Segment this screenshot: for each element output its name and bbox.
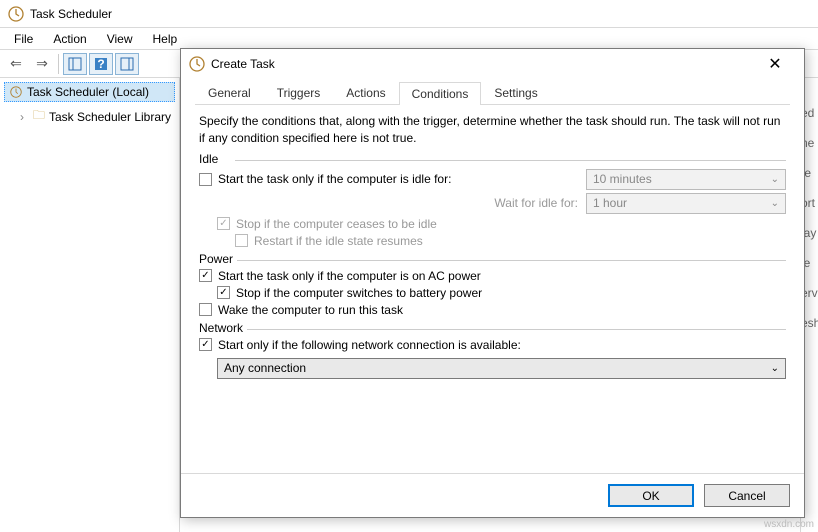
cancel-button[interactable]: Cancel (704, 484, 790, 507)
ok-button[interactable]: OK (608, 484, 694, 507)
row-idle-start: Start the task only if the computer is i… (199, 169, 786, 190)
tab-triggers[interactable]: Triggers (264, 81, 334, 104)
tab-strip: General Triggers Actions Conditions Sett… (195, 81, 790, 105)
tab-general[interactable]: General (195, 81, 264, 104)
forward-button[interactable]: ⇒ (30, 53, 54, 75)
menu-view[interactable]: View (97, 30, 143, 48)
checkbox-stop-battery[interactable] (217, 286, 230, 299)
group-idle-label: Idle (199, 152, 222, 166)
tree-child-label: Task Scheduler Library (49, 110, 171, 124)
group-idle-line (235, 160, 786, 161)
checkbox-ac-only[interactable] (199, 269, 212, 282)
folder-icon: 🗀 (33, 106, 45, 127)
row-wake: Wake the computer to run this task (199, 303, 786, 317)
app-title: Task Scheduler (30, 7, 810, 21)
combo-network[interactable]: Any connection ⌄ (217, 358, 786, 379)
tree-root[interactable]: Task Scheduler (Local) (4, 82, 175, 102)
label-wait-idle: Wait for idle for: (199, 196, 586, 210)
checkbox-restart-resume (235, 234, 248, 247)
tree-root-label: Task Scheduler (Local) (27, 85, 149, 99)
help-button[interactable]: ? (89, 53, 113, 75)
checkbox-stop-cease (217, 217, 230, 230)
watermark: wsxdn.com (764, 519, 814, 530)
row-wait-idle: Wait for idle for: 1 hour⌄ (199, 193, 786, 214)
clock-icon (9, 85, 23, 99)
toolbar-pane-1[interactable] (63, 53, 87, 75)
conditions-description: Specify the conditions that, along with … (199, 113, 786, 148)
clock-icon (8, 6, 24, 22)
label-restart-resume: Restart if the idle state resumes (254, 234, 423, 248)
checkbox-net-start[interactable] (199, 338, 212, 351)
clock-icon (189, 56, 205, 72)
label-net-start: Start only if the following network conn… (218, 338, 521, 352)
row-stop-cease: Stop if the computer ceases to be idle (217, 217, 786, 231)
label-stop-cease: Stop if the computer ceases to be idle (236, 217, 437, 231)
label-idle-start: Start the task only if the computer is i… (218, 172, 451, 186)
row-stop-battery: Stop if the computer switches to battery… (217, 286, 786, 300)
dialog-title: Create Task (211, 57, 754, 71)
combo-network-value: Any connection (224, 361, 306, 375)
toolbar-pane-2[interactable] (115, 53, 139, 75)
toolbar-separator (58, 54, 59, 74)
close-button[interactable]: ✕ (754, 50, 796, 78)
menubar: File Action View Help (0, 28, 818, 50)
tab-settings[interactable]: Settings (481, 81, 550, 104)
row-restart-resume: Restart if the idle state resumes (235, 234, 786, 248)
group-power-label: Power (199, 252, 237, 266)
menu-action[interactable]: Action (43, 30, 96, 48)
expand-icon[interactable]: › (20, 110, 29, 124)
label-stop-battery: Stop if the computer switches to battery… (236, 286, 482, 300)
group-network-label: Network (199, 321, 247, 335)
chevron-down-icon: ⌄ (771, 174, 779, 185)
tab-conditions[interactable]: Conditions (399, 82, 482, 105)
row-ac-only: Start the task only if the computer is o… (199, 269, 786, 283)
back-button[interactable]: ⇐ (4, 53, 28, 75)
menu-help[interactable]: Help (143, 30, 188, 48)
dialog-titlebar: Create Task ✕ (181, 49, 804, 79)
chevron-down-icon: ⌄ (771, 198, 779, 209)
dialog-footer: OK Cancel (181, 473, 804, 517)
tree-pane: Task Scheduler (Local) › 🗀 Task Schedule… (0, 78, 180, 532)
label-ac-only: Start the task only if the computer is o… (218, 269, 481, 283)
menu-file[interactable]: File (4, 30, 43, 48)
combo-idle-duration: 10 minutes⌄ (586, 169, 786, 190)
tab-actions[interactable]: Actions (333, 81, 398, 104)
checkbox-idle-start[interactable] (199, 173, 212, 186)
label-wake: Wake the computer to run this task (218, 303, 403, 317)
main-titlebar: Task Scheduler (0, 0, 818, 28)
create-task-dialog: Create Task ✕ General Triggers Actions C… (180, 48, 805, 518)
row-net-start: Start only if the following network conn… (199, 338, 786, 352)
group-network-line (235, 329, 786, 330)
combo-wait-duration: 1 hour⌄ (586, 193, 786, 214)
tree-child[interactable]: › 🗀 Task Scheduler Library (16, 104, 175, 129)
checkbox-wake[interactable] (199, 303, 212, 316)
group-power-line (235, 260, 786, 261)
chevron-down-icon: ⌄ (771, 363, 779, 374)
tab-content-conditions: Specify the conditions that, along with … (195, 105, 790, 379)
svg-text:?: ? (97, 57, 104, 71)
